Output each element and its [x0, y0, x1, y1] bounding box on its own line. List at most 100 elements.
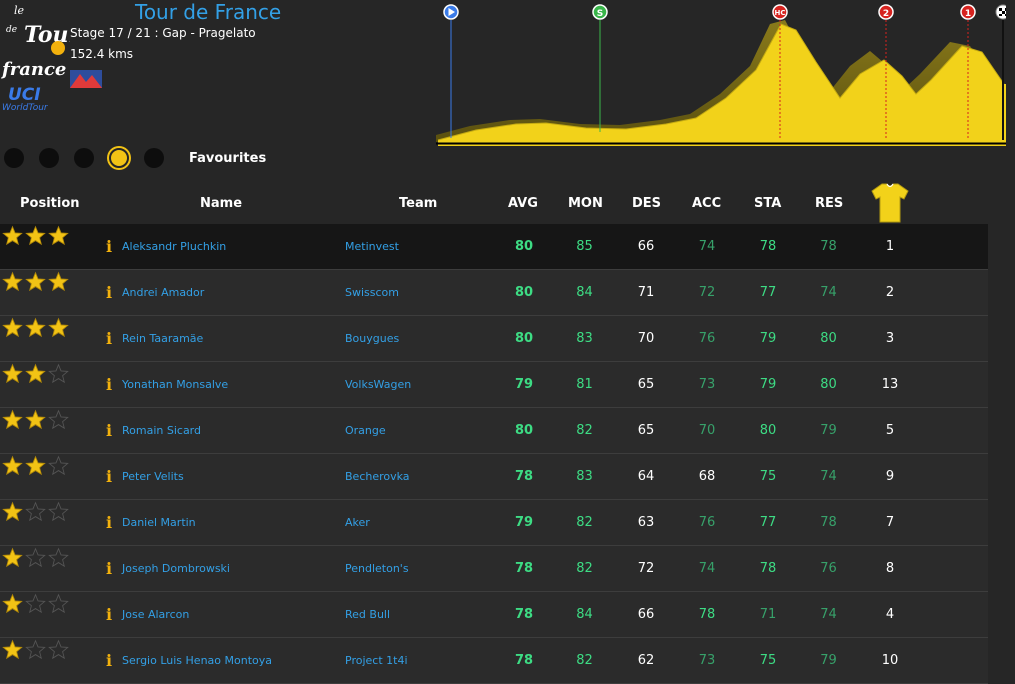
rider-team[interactable]: Pendleton's	[345, 546, 409, 591]
table-row[interactable]: i Romain Sicard Orange 80 82 65 70 80 79 5	[0, 408, 988, 454]
rider-team[interactable]: Metinvest	[345, 224, 399, 269]
stat-rank: 5	[885, 423, 895, 438]
star-filled-icon	[2, 501, 23, 522]
rider-team[interactable]: Orange	[345, 408, 386, 453]
col-mon[interactable]: MON	[568, 196, 603, 211]
table-row[interactable]: i Jose Alarcon Red Bull 78 84 66 78 71 74 4	[0, 592, 988, 638]
star-filled-icon	[2, 317, 23, 338]
tab-favourites[interactable]	[109, 148, 129, 168]
rider-name[interactable]: Peter Velits	[122, 454, 184, 499]
stat-avg: 78	[514, 653, 534, 668]
stat-rank: 3	[885, 331, 895, 346]
rider-team[interactable]: Aker	[345, 500, 370, 545]
rider-team[interactable]: VolksWagen	[345, 362, 411, 407]
stat-rank: 1	[885, 239, 895, 254]
stat-avg: 79	[514, 377, 534, 392]
svg-text:le: le	[14, 4, 25, 17]
table-row[interactable]: i Andrei Amador Swisscom 80 84 71 72 77 74 2	[0, 270, 988, 316]
rider-team[interactable]: Becherovka	[345, 454, 410, 499]
rider-name[interactable]: Daniel Martin	[122, 500, 196, 545]
rider-name[interactable]: Sergio Luis Henao Montoya	[122, 638, 272, 683]
table-row[interactable]: i Sergio Luis Henao Montoya Project 1t4i 78…	[0, 638, 988, 684]
finish-flag-icon	[995, 4, 1006, 20]
rider-name[interactable]: Jose Alarcon	[122, 592, 189, 637]
col-position[interactable]: Position	[20, 196, 80, 211]
rider-name[interactable]: Aleksandr Pluchkin	[122, 224, 226, 269]
stat-des: 62	[637, 653, 655, 668]
svg-text:2: 2	[883, 9, 889, 19]
table-row[interactable]: i Aleksandr Pluchkin Metinvest 80 85 66 74 78 78…	[0, 224, 988, 270]
table-row[interactable]: i Joseph Dombrowski Pendleton's 78 82 72 74 78 7…	[0, 546, 988, 592]
stat-sta: 71	[759, 607, 777, 622]
star-empty-icon	[48, 363, 69, 384]
col-team[interactable]: Team	[399, 196, 437, 211]
star-empty-icon	[25, 501, 46, 522]
yellow-jersey-icon[interactable]	[870, 182, 910, 224]
rider-name[interactable]: Romain Sicard	[122, 408, 201, 453]
col-avg[interactable]: AVG	[508, 196, 538, 211]
rating-stars	[2, 225, 71, 247]
stat-acc: 70	[698, 423, 716, 438]
star-filled-icon	[25, 225, 46, 246]
rating-stars	[2, 363, 71, 385]
star-empty-icon	[25, 639, 46, 660]
rider-info-icon[interactable]: i	[106, 408, 112, 453]
rider-name[interactable]: Yonathan Monsalve	[122, 362, 228, 407]
star-filled-icon	[25, 455, 46, 476]
rider-info-icon[interactable]: i	[106, 316, 112, 361]
svg-text:de: de	[6, 25, 17, 35]
stat-avg: 78	[514, 607, 534, 622]
rider-name[interactable]: Rein Taaramäe	[122, 316, 203, 361]
svg-text:france: france	[0, 59, 66, 80]
rider-team[interactable]: Red Bull	[345, 592, 390, 637]
climb-cat1-marker-icon: 1	[960, 4, 976, 20]
rider-info-icon[interactable]: i	[106, 500, 112, 545]
tab-1[interactable]	[4, 148, 24, 168]
table-row[interactable]: i Rein Taaramäe Bouygues 80 83 70 76 79 80 3	[0, 316, 988, 362]
rider-name[interactable]: Andrei Amador	[122, 270, 204, 315]
col-sta[interactable]: STA	[754, 196, 781, 211]
filter-tabs: Favourites	[4, 147, 266, 169]
rider-info-icon[interactable]: i	[106, 224, 112, 269]
col-res[interactable]: RES	[815, 196, 843, 211]
stat-avg: 80	[514, 285, 534, 300]
rider-info-icon[interactable]: i	[106, 270, 112, 315]
rider-info-icon[interactable]: i	[106, 362, 112, 407]
table-header: Position Name Team AVG MON DES ACC STA R…	[0, 182, 988, 224]
rider-team[interactable]: Swisscom	[345, 270, 399, 315]
col-des[interactable]: DES	[632, 196, 661, 211]
stat-res: 74	[820, 469, 837, 484]
stat-des: 66	[637, 607, 655, 622]
tab-3[interactable]	[74, 148, 94, 168]
svg-text:WorldTour: WorldTour	[2, 103, 49, 112]
col-name[interactable]: Name	[200, 196, 242, 211]
rider-info-icon[interactable]: i	[106, 454, 112, 499]
stat-rank: 8	[885, 561, 895, 576]
rider-team[interactable]: Project 1t4i	[345, 638, 408, 683]
star-filled-icon	[2, 409, 23, 430]
rider-info-icon[interactable]: i	[106, 638, 112, 683]
stat-acc: 74	[698, 239, 716, 254]
stat-mon: 82	[576, 515, 593, 530]
rider-info-icon[interactable]: i	[106, 546, 112, 591]
stat-mon: 82	[576, 561, 593, 576]
svg-text:UCI: UCI	[8, 85, 41, 105]
tour-de-france-logo: le Tour de france UCI WorldTour	[0, 4, 70, 112]
tab-2[interactable]	[39, 148, 59, 168]
stat-res: 79	[820, 653, 837, 668]
table-row[interactable]: i Peter Velits Becherovka 78 83 64 68 75 74 9	[0, 454, 988, 500]
table-row[interactable]: i Yonathan Monsalve VolksWagen 79 81 65 73 79 80…	[0, 362, 988, 408]
star-filled-icon	[2, 455, 23, 476]
rider-name[interactable]: Joseph Dombrowski	[122, 546, 230, 591]
star-filled-icon	[48, 225, 69, 246]
climb-cat2-marker-icon: 2	[878, 4, 894, 20]
col-acc[interactable]: ACC	[692, 196, 721, 211]
tab-5[interactable]	[144, 148, 164, 168]
stat-acc: 74	[698, 561, 716, 576]
stat-des: 71	[637, 285, 655, 300]
table-row[interactable]: i Daniel Martin Aker 79 82 63 76 77 78 7	[0, 500, 988, 546]
stat-des: 70	[637, 331, 655, 346]
rider-team[interactable]: Bouygues	[345, 316, 399, 361]
rider-info-icon[interactable]: i	[106, 592, 112, 637]
climb-hc-marker-icon: HC	[772, 4, 788, 20]
